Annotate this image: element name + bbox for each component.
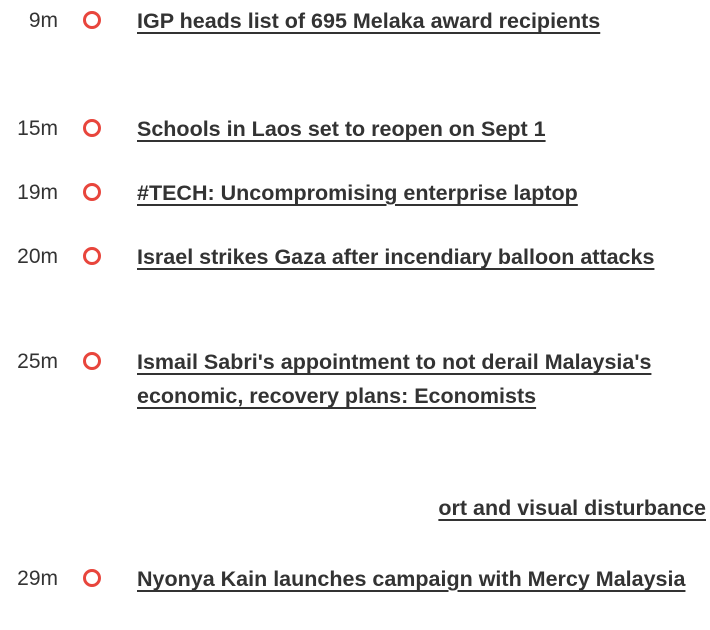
circle-outline-icon bbox=[83, 247, 101, 265]
item-time: 25m bbox=[17, 350, 58, 373]
item-time: 9m bbox=[28, 9, 58, 32]
item-time: 20m bbox=[17, 245, 58, 268]
headline-link[interactable]: #TECH: Uncompromising enterprise laptop bbox=[137, 176, 710, 210]
item-time: 15m bbox=[17, 117, 58, 140]
headline-link[interactable]: ort and visual disturbance bbox=[0, 491, 706, 525]
item-time: 19m bbox=[17, 181, 58, 204]
circle-outline-icon bbox=[83, 183, 101, 201]
item-time: 29m bbox=[17, 567, 58, 590]
headline-link[interactable]: IGP heads list of 695 Melaka award recip… bbox=[137, 4, 710, 38]
headline-link[interactable]: Ismail Sabri's appointment to not derail… bbox=[137, 345, 710, 413]
headline-link[interactable]: Israel strikes Gaza after incendiary bal… bbox=[137, 240, 710, 274]
circle-outline-icon bbox=[83, 569, 101, 587]
news-feed: 9m IGP heads list of 695 Melaka award re… bbox=[0, 0, 710, 630]
circle-outline-icon bbox=[83, 11, 101, 29]
headline-link[interactable]: Schools in Laos set to reopen on Sept 1 bbox=[137, 112, 710, 146]
headline-link[interactable]: Nyonya Kain launches campaign with Mercy… bbox=[137, 562, 710, 596]
circle-outline-icon bbox=[83, 352, 101, 370]
circle-outline-icon bbox=[83, 119, 101, 137]
